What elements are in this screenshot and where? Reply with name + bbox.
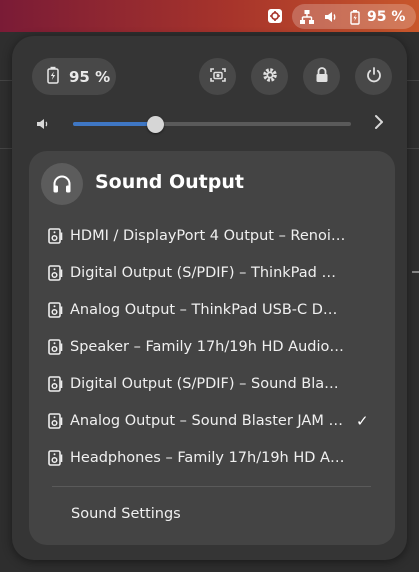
sound-output-item[interactable]: Analog Output – Sound Blaster JAM V2 ✓: [41, 406, 381, 436]
sound-output-item-label: Speaker – Family 17h/19h HD Audio Contro…: [70, 339, 346, 355]
audio-device-icon: [46, 411, 66, 431]
accessibility-icon[interactable]: [266, 7, 284, 25]
settings-button[interactable]: [251, 58, 288, 95]
audio-device-icon: [46, 263, 66, 283]
sound-output-item[interactable]: Digital Output (S/PDIF) – Sound Blaster …: [41, 369, 381, 399]
battery-icon: [347, 9, 363, 25]
battery-icon: [45, 66, 61, 88]
volume-slider-fill: [73, 122, 155, 126]
selected-check-icon: ✓: [356, 412, 369, 430]
volume-slider-handle[interactable]: [147, 116, 164, 133]
sound-output-item-label: HDMI / DisplayPort 4 Output – Renoir Rad…: [70, 228, 346, 244]
audio-device-icon: [46, 448, 66, 468]
sound-output-title: Sound Output: [95, 171, 244, 193]
screenshot-icon: [209, 66, 227, 88]
lock-icon: [314, 66, 330, 88]
volume-slider[interactable]: [73, 116, 351, 133]
menu-separator: [52, 486, 371, 487]
sound-output-item-label: Analog Output – Sound Blaster JAM V2: [70, 413, 346, 429]
system-status-menu[interactable]: 95 %: [292, 4, 416, 29]
audio-device-icon: [46, 300, 66, 320]
sound-output-item-label: Analog Output – ThinkPad USB-C Dock Audi…: [70, 302, 346, 318]
power-button[interactable]: [355, 58, 392, 95]
volume-icon: [323, 9, 339, 25]
battery-status-pill[interactable]: 95 %: [32, 58, 116, 95]
sound-output-item[interactable]: Speaker – Family 17h/19h HD Audio Contro…: [41, 332, 381, 362]
background-divider: [412, 271, 419, 273]
sound-output-item-label: Headphones – Family 17h/19h HD Audio Con…: [70, 450, 346, 466]
battery-pill-label: 95 %: [69, 67, 111, 86]
audio-device-icon: [46, 226, 66, 246]
volume-low-icon[interactable]: [35, 116, 51, 132]
sound-output-item[interactable]: HDMI / DisplayPort 4 Output – Renoir Rad…: [41, 221, 381, 251]
sound-output-item[interactable]: Headphones – Family 17h/19h HD Audio Con…: [41, 443, 381, 473]
top-bar: 95 %: [0, 0, 419, 32]
power-icon: [365, 66, 383, 88]
background-divider: [0, 148, 12, 149]
chevron-right-icon: [374, 114, 384, 134]
sound-output-item-label: Digital Output (S/PDIF) – Sound Blaster …: [70, 376, 346, 392]
network-wired-icon: [299, 9, 315, 25]
background-divider: [407, 148, 419, 149]
sound-settings-link[interactable]: Sound Settings: [71, 506, 181, 522]
audio-device-icon: [46, 337, 66, 357]
background-divider: [0, 80, 12, 81]
battery-percent-label: 95 %: [367, 8, 406, 25]
sound-output-item-label: Digital Output (S/PDIF) – ThinkPad USB-C…: [70, 265, 346, 281]
gear-icon: [261, 66, 279, 88]
audio-device-icon: [46, 374, 66, 394]
background-divider: [407, 80, 419, 81]
screenshot-button[interactable]: [199, 58, 236, 95]
sound-output-item[interactable]: Digital Output (S/PDIF) – ThinkPad USB-C…: [41, 258, 381, 288]
lock-button[interactable]: [303, 58, 340, 95]
headphones-icon: [41, 163, 83, 205]
sound-output-expand-button[interactable]: [370, 114, 388, 134]
sound-output-item[interactable]: Analog Output – ThinkPad USB-C Dock Audi…: [41, 295, 381, 325]
